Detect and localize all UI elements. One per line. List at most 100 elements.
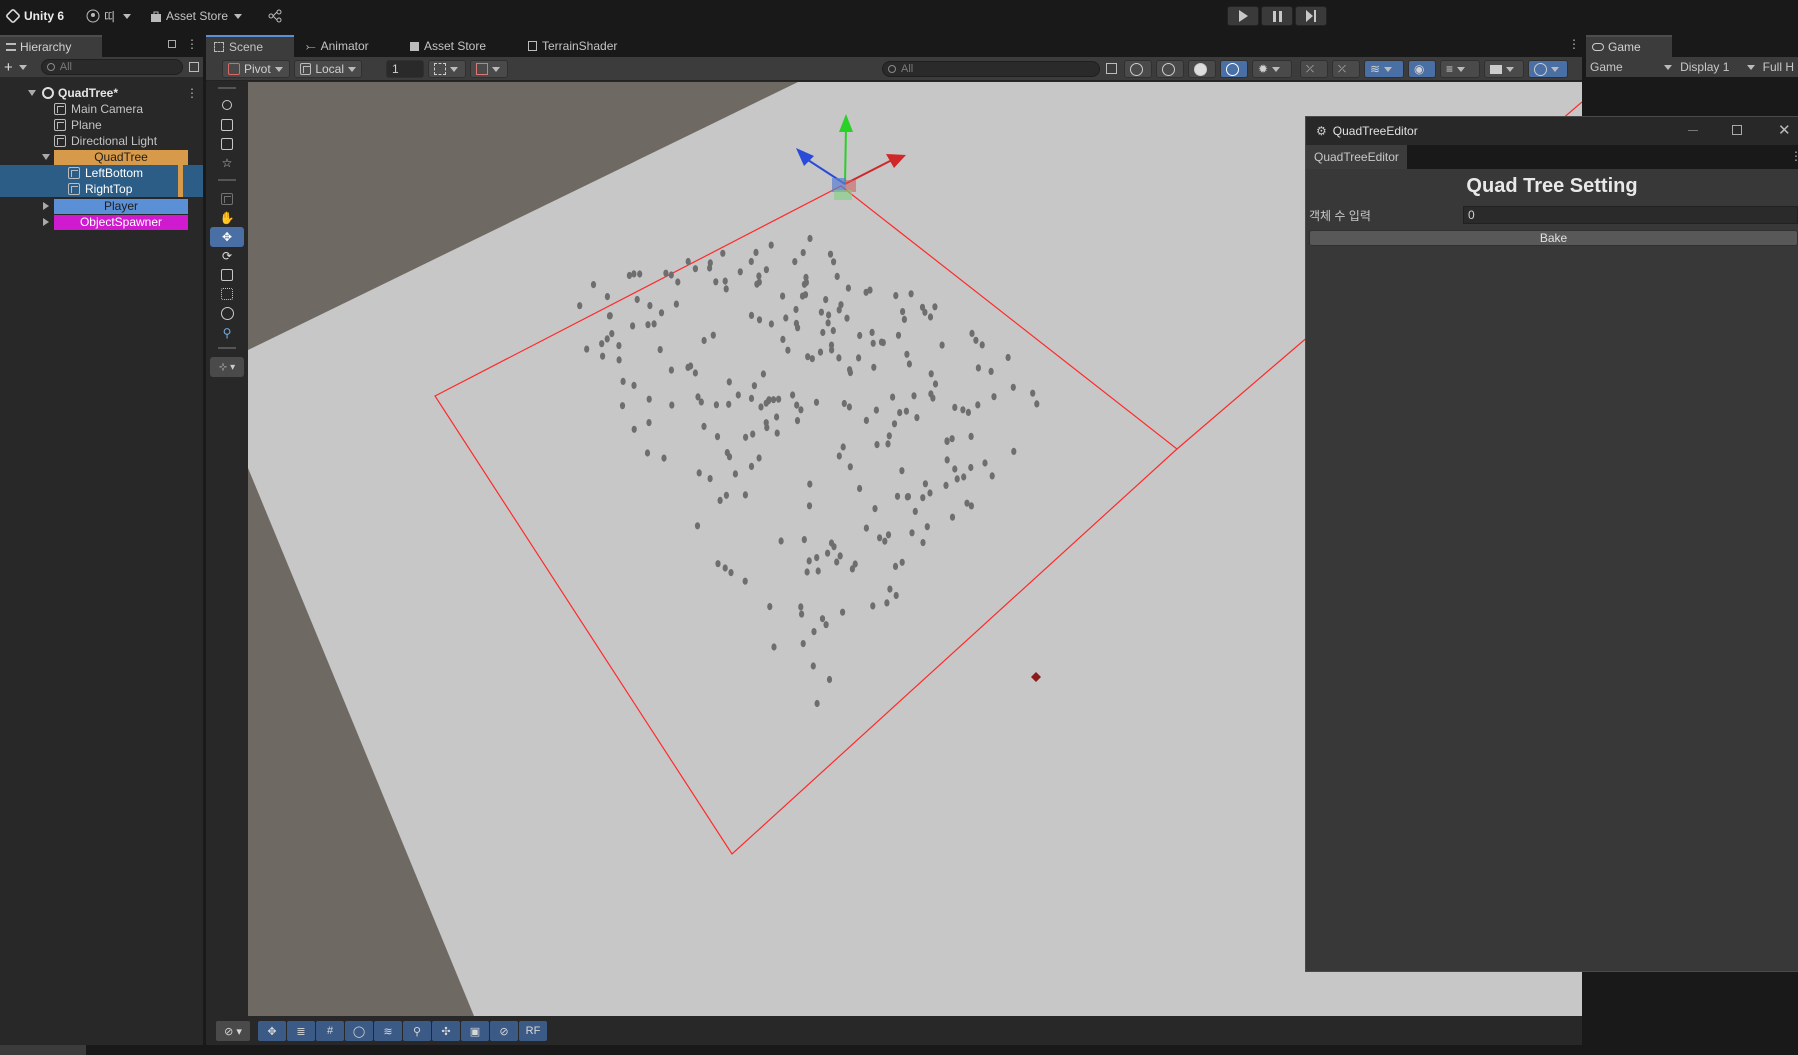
spawned-object[interactable]	[802, 291, 809, 299]
spawned-object[interactable]	[869, 328, 875, 336]
spawned-object[interactable]	[685, 257, 691, 266]
sphere-button[interactable]: ◯	[345, 1021, 373, 1041]
spawned-object[interactable]	[949, 435, 955, 443]
spawned-object[interactable]	[814, 554, 820, 562]
spawned-object[interactable]	[840, 608, 846, 616]
spawned-object[interactable]	[732, 470, 738, 478]
spawned-object[interactable]	[646, 395, 652, 403]
spawned-object[interactable]	[979, 341, 985, 349]
spawned-object[interactable]	[626, 271, 632, 280]
bake-button[interactable]: Bake	[1309, 230, 1798, 246]
spawned-object[interactable]	[750, 430, 756, 438]
spawned-object[interactable]	[968, 463, 974, 472]
spawned-object[interactable]	[1005, 353, 1011, 362]
spawned-object[interactable]	[631, 425, 637, 433]
spawned-object[interactable]	[604, 335, 610, 343]
spawned-object[interactable]	[710, 331, 716, 339]
search-options-icon[interactable]	[1106, 63, 1117, 74]
spawned-object[interactable]	[874, 441, 880, 449]
step-button[interactable]	[1295, 6, 1327, 26]
spawned-object[interactable]	[1030, 389, 1036, 397]
spawned-object[interactable]	[1034, 400, 1040, 408]
layers-button[interactable]: ≋	[374, 1021, 402, 1041]
spawned-object[interactable]	[1010, 383, 1016, 391]
spawned-object[interactable]	[920, 539, 926, 547]
tab-scene[interactable]: Scene	[206, 35, 294, 57]
spawned-object[interactable]	[792, 258, 798, 266]
spawned-object[interactable]	[949, 513, 956, 521]
tree-item-directional-light[interactable]: Directional Light	[0, 133, 203, 149]
spawned-object[interactable]	[961, 473, 967, 481]
spawned-object[interactable]	[793, 319, 800, 327]
spawned-object[interactable]	[932, 303, 938, 311]
object-tool[interactable]	[210, 189, 244, 209]
spawned-object[interactable]	[584, 345, 590, 353]
spawned-object[interactable]	[661, 454, 667, 462]
spawned-object[interactable]	[707, 259, 713, 267]
spawned-object[interactable]	[774, 429, 780, 437]
spawned-object[interactable]	[692, 369, 698, 377]
spawned-object[interactable]	[606, 312, 613, 320]
spawned-object[interactable]	[965, 408, 972, 416]
shading-lit-button[interactable]	[1220, 60, 1248, 78]
spawned-object[interactable]	[748, 462, 755, 470]
spawned-object[interactable]	[928, 370, 934, 378]
tree-item-objectspawner[interactable]: ObjectSpawner	[0, 214, 203, 230]
spawned-object[interactable]	[912, 507, 918, 515]
move-tool[interactable]: ✥	[210, 227, 244, 247]
spawned-object[interactable]	[834, 272, 840, 280]
spawned-object[interactable]	[900, 308, 906, 316]
hierarchy-search-input[interactable]: All	[40, 59, 184, 75]
spawned-object[interactable]	[604, 293, 610, 301]
hand-tool[interactable]: ✋	[210, 208, 244, 228]
spawned-object[interactable]	[825, 549, 831, 557]
spawned-object[interactable]	[768, 241, 774, 249]
spawned-object[interactable]	[988, 367, 994, 375]
spawned-object[interactable]	[834, 558, 840, 566]
spawned-object[interactable]	[814, 699, 820, 708]
spawned-object[interactable]	[975, 401, 981, 409]
spawned-object[interactable]	[726, 378, 732, 386]
spawned-object[interactable]	[885, 440, 891, 448]
more-icon[interactable]: ⋮	[186, 86, 198, 100]
spawned-object[interactable]	[754, 280, 760, 288]
spawned-object[interactable]	[901, 315, 908, 323]
spawned-object[interactable]	[803, 278, 810, 286]
spawned-object[interactable]	[819, 615, 826, 623]
spawned-object[interactable]	[823, 621, 829, 629]
spawned-object[interactable]	[857, 484, 863, 493]
spawned-object[interactable]	[873, 406, 880, 414]
grid-size-input[interactable]: 1	[386, 60, 424, 78]
tab-animator[interactable]: ⤚ Animator	[298, 35, 377, 57]
spawned-object[interactable]	[785, 346, 791, 354]
spawned-object[interactable]	[817, 348, 824, 356]
spawned-object[interactable]	[780, 292, 786, 300]
shading-shaded-button[interactable]	[1188, 60, 1216, 78]
expand-icon[interactable]	[28, 90, 36, 96]
spawned-object[interactable]	[820, 328, 826, 337]
pivot-tool-dropdown[interactable]: ⊹ ▾	[210, 357, 244, 377]
tab-quadtree-editor[interactable]: QuadTreeEditor	[1306, 145, 1407, 169]
spawned-object[interactable]	[630, 322, 636, 330]
spawned-object[interactable]	[756, 454, 762, 462]
pause-button[interactable]	[1261, 6, 1293, 26]
spawned-object[interactable]	[807, 234, 813, 243]
scale-tool[interactable]	[210, 265, 244, 285]
spawned-object[interactable]	[590, 281, 597, 289]
spawned-object[interactable]	[713, 278, 719, 286]
spawned-object[interactable]	[651, 320, 657, 328]
spawned-object[interactable]	[943, 481, 949, 489]
spawned-object[interactable]	[645, 321, 651, 329]
zoom-button[interactable]: ⚲	[403, 1021, 431, 1041]
spawned-object[interactable]	[637, 270, 643, 278]
spawned-object[interactable]	[903, 407, 910, 415]
spawned-object[interactable]	[800, 640, 806, 648]
spawned-object[interactable]	[922, 480, 929, 488]
lighting-dropdown[interactable]: ✹	[1252, 60, 1292, 78]
close-icon[interactable]: ✕	[1778, 121, 1791, 139]
spawned-object[interactable]	[826, 311, 832, 319]
spawned-object[interactable]	[899, 467, 905, 475]
spawned-object[interactable]	[644, 449, 651, 457]
spawned-object[interactable]	[774, 413, 780, 421]
spawned-object[interactable]	[668, 366, 674, 374]
